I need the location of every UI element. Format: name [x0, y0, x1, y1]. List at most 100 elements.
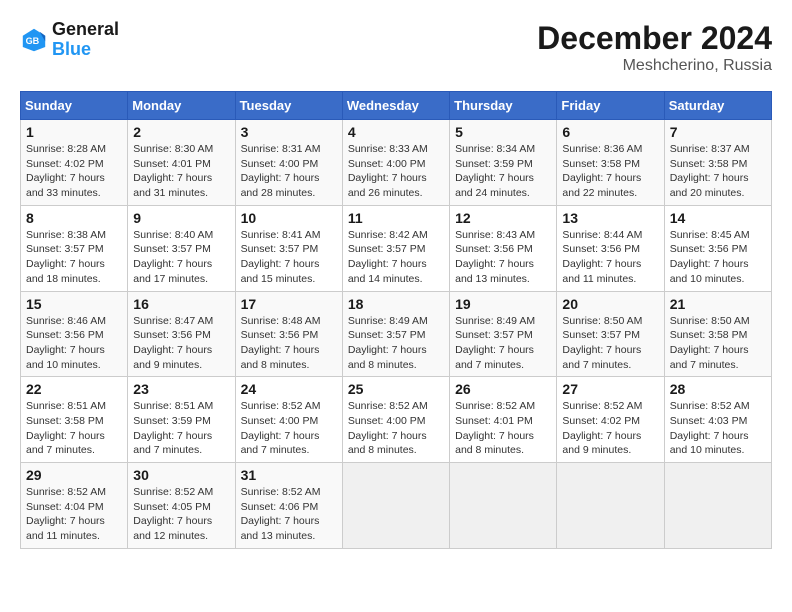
calendar-cell: 21 Sunrise: 8:50 AMSunset: 3:58 PMDaylig…: [664, 291, 771, 377]
day-number: 18: [348, 296, 444, 312]
location-subtitle: Meshcherino, Russia: [537, 57, 772, 75]
calendar-cell: 10 Sunrise: 8:41 AMSunset: 3:57 PMDaylig…: [235, 205, 342, 291]
logo-text: General Blue: [52, 20, 119, 60]
day-number: 21: [670, 296, 766, 312]
day-number: 8: [26, 210, 122, 226]
day-number: 22: [26, 381, 122, 397]
header-friday: Friday: [557, 92, 664, 120]
day-number: 14: [670, 210, 766, 226]
day-info: Sunrise: 8:52 AMSunset: 4:02 PMDaylight:…: [562, 400, 642, 456]
day-info: Sunrise: 8:30 AMSunset: 4:01 PMDaylight:…: [133, 143, 213, 199]
day-number: 11: [348, 210, 444, 226]
day-number: 4: [348, 124, 444, 140]
calendar-cell: 2 Sunrise: 8:30 AMSunset: 4:01 PMDayligh…: [128, 120, 235, 206]
day-info: Sunrise: 8:52 AMSunset: 4:00 PMDaylight:…: [348, 400, 428, 456]
day-info: Sunrise: 8:42 AMSunset: 3:57 PMDaylight:…: [348, 229, 428, 285]
calendar-cell: 16 Sunrise: 8:47 AMSunset: 3:56 PMDaylig…: [128, 291, 235, 377]
title-block: December 2024 Meshcherino, Russia: [537, 20, 772, 75]
calendar-cell: 17 Sunrise: 8:48 AMSunset: 3:56 PMDaylig…: [235, 291, 342, 377]
svg-text:GB: GB: [26, 36, 40, 46]
calendar-cell: 1 Sunrise: 8:28 AMSunset: 4:02 PMDayligh…: [21, 120, 128, 206]
calendar-cell: 15 Sunrise: 8:46 AMSunset: 3:56 PMDaylig…: [21, 291, 128, 377]
day-number: 16: [133, 296, 229, 312]
day-info: Sunrise: 8:50 AMSunset: 3:58 PMDaylight:…: [670, 315, 750, 371]
day-info: Sunrise: 8:38 AMSunset: 3:57 PMDaylight:…: [26, 229, 106, 285]
day-info: Sunrise: 8:51 AMSunset: 3:59 PMDaylight:…: [133, 400, 213, 456]
day-number: 24: [241, 381, 337, 397]
day-number: 9: [133, 210, 229, 226]
header-saturday: Saturday: [664, 92, 771, 120]
calendar-cell: 4 Sunrise: 8:33 AMSunset: 4:00 PMDayligh…: [342, 120, 449, 206]
calendar-cell: 11 Sunrise: 8:42 AMSunset: 3:57 PMDaylig…: [342, 205, 449, 291]
day-info: Sunrise: 8:40 AMSunset: 3:57 PMDaylight:…: [133, 229, 213, 285]
calendar-cell: 27 Sunrise: 8:52 AMSunset: 4:02 PMDaylig…: [557, 377, 664, 463]
day-info: Sunrise: 8:36 AMSunset: 3:58 PMDaylight:…: [562, 143, 642, 199]
day-number: 29: [26, 467, 122, 483]
day-info: Sunrise: 8:45 AMSunset: 3:56 PMDaylight:…: [670, 229, 750, 285]
calendar-cell: 20 Sunrise: 8:50 AMSunset: 3:57 PMDaylig…: [557, 291, 664, 377]
day-number: 1: [26, 124, 122, 140]
calendar-cell: [664, 463, 771, 549]
day-info: Sunrise: 8:52 AMSunset: 4:05 PMDaylight:…: [133, 486, 213, 542]
header-wednesday: Wednesday: [342, 92, 449, 120]
calendar-table: Sunday Monday Tuesday Wednesday Thursday…: [20, 91, 772, 549]
calendar-cell: 31 Sunrise: 8:52 AMSunset: 4:06 PMDaylig…: [235, 463, 342, 549]
day-info: Sunrise: 8:49 AMSunset: 3:57 PMDaylight:…: [348, 315, 428, 371]
calendar-cell: 14 Sunrise: 8:45 AMSunset: 3:56 PMDaylig…: [664, 205, 771, 291]
day-info: Sunrise: 8:52 AMSunset: 4:01 PMDaylight:…: [455, 400, 535, 456]
day-number: 20: [562, 296, 658, 312]
day-number: 5: [455, 124, 551, 140]
day-number: 3: [241, 124, 337, 140]
calendar-cell: [557, 463, 664, 549]
day-number: 15: [26, 296, 122, 312]
calendar-cell: 29 Sunrise: 8:52 AMSunset: 4:04 PMDaylig…: [21, 463, 128, 549]
day-number: 23: [133, 381, 229, 397]
day-number: 28: [670, 381, 766, 397]
day-number: 31: [241, 467, 337, 483]
calendar-cell: 13 Sunrise: 8:44 AMSunset: 3:56 PMDaylig…: [557, 205, 664, 291]
day-number: 2: [133, 124, 229, 140]
day-number: 6: [562, 124, 658, 140]
day-info: Sunrise: 8:52 AMSunset: 4:03 PMDaylight:…: [670, 400, 750, 456]
day-number: 7: [670, 124, 766, 140]
day-info: Sunrise: 8:52 AMSunset: 4:04 PMDaylight:…: [26, 486, 106, 542]
calendar-cell: 26 Sunrise: 8:52 AMSunset: 4:01 PMDaylig…: [450, 377, 557, 463]
calendar-week-row: 1 Sunrise: 8:28 AMSunset: 4:02 PMDayligh…: [21, 120, 772, 206]
calendar-cell: 30 Sunrise: 8:52 AMSunset: 4:05 PMDaylig…: [128, 463, 235, 549]
page-header: GB General Blue December 2024 Meshcherin…: [20, 20, 772, 75]
day-info: Sunrise: 8:51 AMSunset: 3:58 PMDaylight:…: [26, 400, 106, 456]
day-info: Sunrise: 8:31 AMSunset: 4:00 PMDaylight:…: [241, 143, 321, 199]
day-number: 25: [348, 381, 444, 397]
day-info: Sunrise: 8:44 AMSunset: 3:56 PMDaylight:…: [562, 229, 642, 285]
calendar-cell: 3 Sunrise: 8:31 AMSunset: 4:00 PMDayligh…: [235, 120, 342, 206]
day-number: 27: [562, 381, 658, 397]
day-number: 30: [133, 467, 229, 483]
day-info: Sunrise: 8:43 AMSunset: 3:56 PMDaylight:…: [455, 229, 535, 285]
day-info: Sunrise: 8:28 AMSunset: 4:02 PMDaylight:…: [26, 143, 106, 199]
calendar-week-row: 29 Sunrise: 8:52 AMSunset: 4:04 PMDaylig…: [21, 463, 772, 549]
calendar-cell: 5 Sunrise: 8:34 AMSunset: 3:59 PMDayligh…: [450, 120, 557, 206]
day-number: 12: [455, 210, 551, 226]
day-info: Sunrise: 8:46 AMSunset: 3:56 PMDaylight:…: [26, 315, 106, 371]
day-number: 10: [241, 210, 337, 226]
calendar-week-row: 15 Sunrise: 8:46 AMSunset: 3:56 PMDaylig…: [21, 291, 772, 377]
day-info: Sunrise: 8:52 AMSunset: 4:00 PMDaylight:…: [241, 400, 321, 456]
day-info: Sunrise: 8:49 AMSunset: 3:57 PMDaylight:…: [455, 315, 535, 371]
calendar-cell: 28 Sunrise: 8:52 AMSunset: 4:03 PMDaylig…: [664, 377, 771, 463]
header-tuesday: Tuesday: [235, 92, 342, 120]
header-thursday: Thursday: [450, 92, 557, 120]
calendar-cell: [450, 463, 557, 549]
calendar-cell: 25 Sunrise: 8:52 AMSunset: 4:00 PMDaylig…: [342, 377, 449, 463]
day-info: Sunrise: 8:41 AMSunset: 3:57 PMDaylight:…: [241, 229, 321, 285]
day-info: Sunrise: 8:37 AMSunset: 3:58 PMDaylight:…: [670, 143, 750, 199]
calendar-week-row: 22 Sunrise: 8:51 AMSunset: 3:58 PMDaylig…: [21, 377, 772, 463]
logo-icon: GB: [20, 26, 48, 54]
day-info: Sunrise: 8:34 AMSunset: 3:59 PMDaylight:…: [455, 143, 535, 199]
day-info: Sunrise: 8:52 AMSunset: 4:06 PMDaylight:…: [241, 486, 321, 542]
header-monday: Monday: [128, 92, 235, 120]
calendar-cell: 6 Sunrise: 8:36 AMSunset: 3:58 PMDayligh…: [557, 120, 664, 206]
day-number: 17: [241, 296, 337, 312]
calendar-cell: 12 Sunrise: 8:43 AMSunset: 3:56 PMDaylig…: [450, 205, 557, 291]
calendar-week-row: 8 Sunrise: 8:38 AMSunset: 3:57 PMDayligh…: [21, 205, 772, 291]
day-info: Sunrise: 8:47 AMSunset: 3:56 PMDaylight:…: [133, 315, 213, 371]
